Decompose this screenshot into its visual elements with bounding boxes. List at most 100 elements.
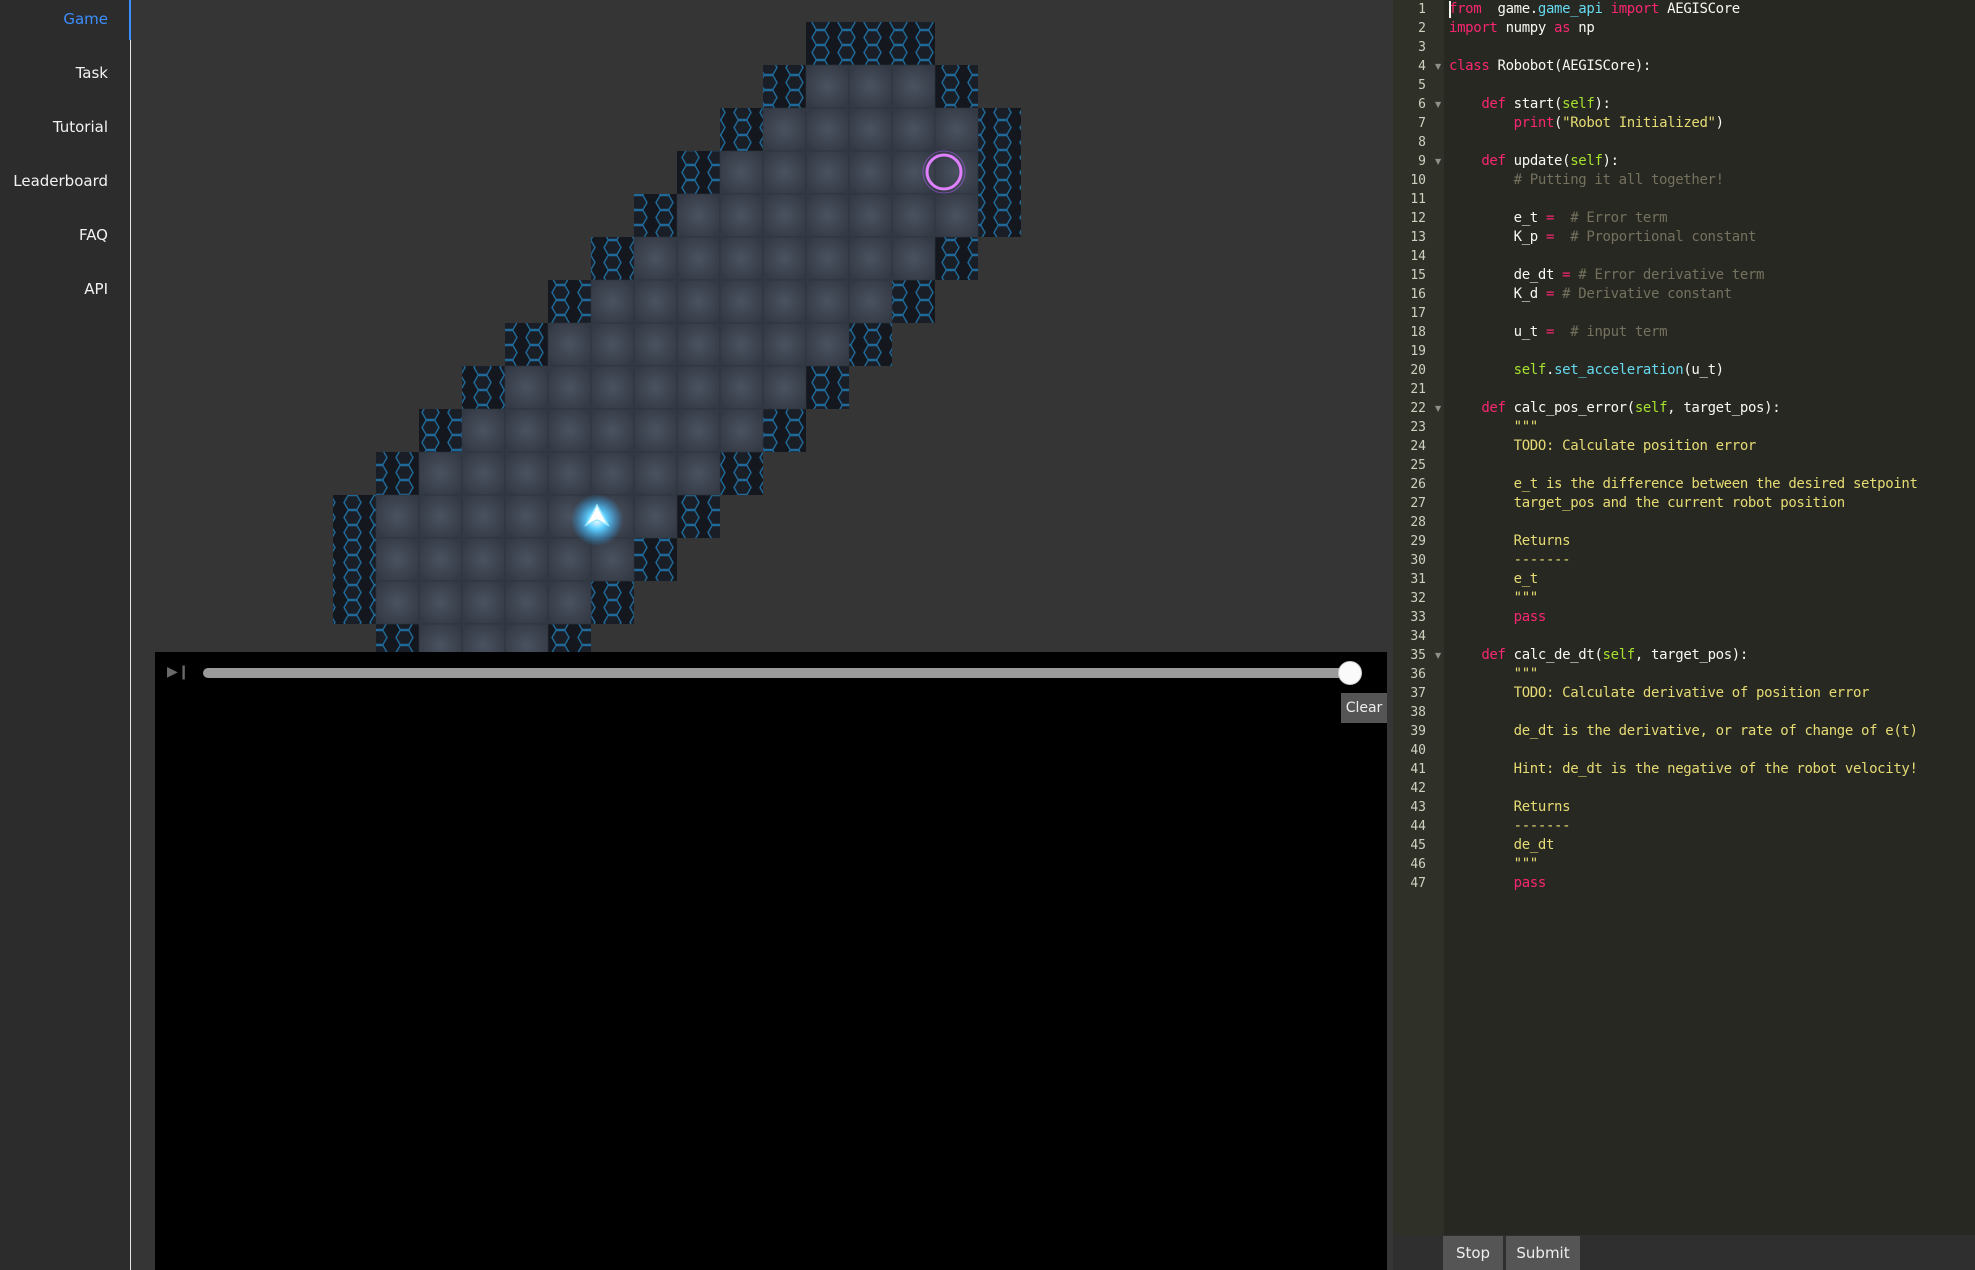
fold-icon[interactable]: ▼: [1435, 152, 1441, 171]
wall-tile: [634, 538, 677, 581]
nav-item-faq[interactable]: FAQ: [79, 226, 108, 244]
code-line[interactable]: de_dt is the derivative, or rate of chan…: [1449, 722, 1918, 741]
floor-tile: [805, 322, 850, 367]
floor-tile: [676, 365, 721, 410]
floor-tile: [719, 236, 764, 281]
wall-tile: [548, 624, 591, 652]
timeline-handle[interactable]: [1338, 661, 1362, 685]
code-line[interactable]: self.set_acceleration(u_t): [1449, 361, 1724, 380]
floor-tile: [762, 236, 807, 281]
code-line[interactable]: TODO: Calculate derivative of position e…: [1449, 684, 1870, 703]
code-line[interactable]: """: [1449, 418, 1539, 437]
floor-tile: [805, 236, 850, 281]
line-number: 21: [1410, 382, 1426, 397]
floor-tile: [848, 64, 893, 109]
line-number: 14: [1410, 249, 1426, 264]
floor-tile: [461, 623, 506, 652]
line-number: 5: [1418, 78, 1426, 93]
floor-tile: [633, 236, 678, 281]
nav-item-api[interactable]: API: [84, 280, 108, 298]
line-number: 4: [1418, 59, 1426, 74]
code-line[interactable]: """: [1449, 665, 1539, 684]
floor-tile: [676, 236, 721, 281]
code-line[interactable]: e_t = # Error term: [1449, 209, 1668, 228]
code-line[interactable]: e_t: [1449, 570, 1539, 589]
wall-tile: [849, 323, 892, 366]
code-line[interactable]: target_pos and the current robot positio…: [1449, 494, 1846, 513]
code-line[interactable]: def calc_pos_error(self, target_pos):: [1449, 399, 1780, 418]
code-line[interactable]: -------: [1449, 817, 1571, 836]
floor-tile: [375, 494, 420, 539]
code-line[interactable]: def calc_de_dt(self, target_pos):: [1449, 646, 1748, 665]
game-viewport[interactable]: [132, 0, 1387, 652]
code-line[interactable]: de_dt = # Error derivative term: [1449, 266, 1765, 285]
code-line[interactable]: K_d = # Derivative constant: [1449, 285, 1733, 304]
code-line[interactable]: """: [1449, 589, 1539, 608]
code-line[interactable]: TODO: Calculate position error: [1449, 437, 1757, 456]
code-line[interactable]: e_t is the difference between the desire…: [1449, 475, 1918, 494]
line-number: 13: [1410, 230, 1426, 245]
fold-icon[interactable]: ▼: [1435, 57, 1441, 76]
code-line[interactable]: Returns: [1449, 798, 1571, 817]
code-line[interactable]: class Robobot(AEGISCore):: [1449, 57, 1651, 76]
code-editor[interactable]: 1 2 3 4 ▼ 5 6 ▼ 7 8 9 ▼ 10 11 12 13 14 15 16 17 18 19 20 21 22 ▼ 2…: [1393, 0, 1975, 1270]
line-number: 36: [1410, 667, 1426, 682]
code-line[interactable]: def update(self):: [1449, 152, 1619, 171]
wall-tile: [677, 151, 720, 194]
floor-tile: [504, 451, 549, 496]
clear-button[interactable]: Clear: [1341, 693, 1387, 723]
line-number: 19: [1410, 344, 1426, 359]
line-number: 43: [1410, 800, 1426, 815]
line-number: 18: [1410, 325, 1426, 340]
code-line[interactable]: from game.game_api import AEGISCore: [1449, 0, 1740, 19]
timeline-slider[interactable]: [203, 668, 1351, 678]
wall-tile: [763, 65, 806, 108]
code-line[interactable]: u_t = # input term: [1449, 323, 1668, 342]
floor-tile: [848, 279, 893, 324]
line-number: 6: [1418, 97, 1426, 112]
floor-tile: [547, 408, 592, 453]
wall-tile: [634, 194, 677, 237]
fold-icon[interactable]: ▼: [1435, 399, 1441, 418]
wall-tile: [591, 237, 634, 280]
wall-tile: [892, 22, 935, 65]
code-line[interactable]: def start(self):: [1449, 95, 1611, 114]
line-number: 27: [1410, 496, 1426, 511]
nav-item-game[interactable]: Game: [63, 10, 108, 28]
robot: [571, 494, 623, 546]
floor-tile: [418, 537, 463, 582]
code-line[interactable]: import numpy as np: [1449, 19, 1595, 38]
floor-tile: [805, 193, 850, 238]
nav-item-task[interactable]: Task: [76, 64, 108, 82]
code-line[interactable]: Hint: de_dt is the negative of the robot…: [1449, 760, 1918, 779]
code-line[interactable]: """: [1449, 855, 1539, 874]
floor-tile: [719, 365, 764, 410]
code-line[interactable]: print("Robot Initialized"): [1449, 114, 1724, 133]
submit-button[interactable]: Submit: [1506, 1236, 1580, 1270]
stop-button[interactable]: Stop: [1443, 1236, 1503, 1270]
line-number: 32: [1410, 591, 1426, 606]
code-line[interactable]: K_p = # Proportional constant: [1449, 228, 1757, 247]
fold-icon[interactable]: ▼: [1435, 95, 1441, 114]
code-line[interactable]: pass: [1449, 608, 1547, 627]
active-tab-indicator: [129, 0, 131, 40]
code-line[interactable]: Returns: [1449, 532, 1571, 551]
fold-icon[interactable]: ▼: [1435, 646, 1441, 665]
line-number: 9: [1418, 154, 1426, 169]
floor-tile: [676, 193, 721, 238]
code-line[interactable]: de_dt: [1449, 836, 1555, 855]
floor-tile: [504, 365, 549, 410]
line-number: 37: [1410, 686, 1426, 701]
line-number: 47: [1410, 876, 1426, 891]
play-step-icon[interactable]: ▶❙: [167, 664, 191, 684]
floor-tile: [762, 279, 807, 324]
code-line[interactable]: # Putting it all together!: [1449, 171, 1724, 190]
code-line[interactable]: pass: [1449, 874, 1547, 893]
nav-item-leaderboard[interactable]: Leaderboard: [13, 172, 108, 190]
nav-item-tutorial[interactable]: Tutorial: [53, 118, 108, 136]
code-line[interactable]: -------: [1449, 551, 1571, 570]
floor-tile: [590, 365, 635, 410]
floor-tile: [633, 408, 678, 453]
floor-tile: [719, 193, 764, 238]
line-number: 46: [1410, 857, 1426, 872]
